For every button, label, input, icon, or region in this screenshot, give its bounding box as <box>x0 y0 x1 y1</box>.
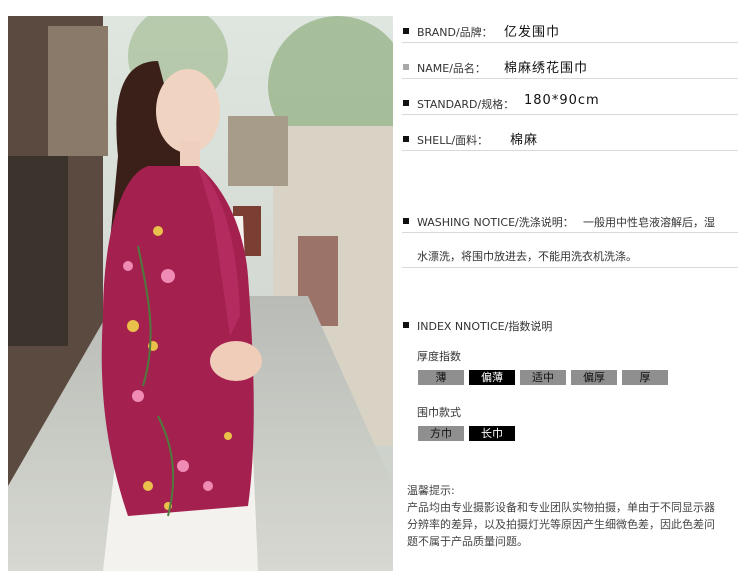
thickness-chip-slightly-thin: 偏薄 <box>469 370 515 385</box>
style-chip-square: 方巾 <box>418 426 464 441</box>
brand-row: BRAND/品牌： 亿发围巾 <box>402 22 738 43</box>
shell-label: SHELL/面料： <box>417 134 489 147</box>
brand-value: 亿发围巾 <box>504 25 561 40</box>
washing-label: WASHING NOTICE/洗涤说明： <box>417 216 574 229</box>
index-label: INDEX NNOTICE/指数说明 <box>417 320 553 333</box>
name-label: NAME/品名： <box>417 62 486 75</box>
thickness-chip-thick: 厚 <box>622 370 668 385</box>
tips-line: 分辨率的差异，以及拍摄灯光等原因产生细微色差，因此色差问 <box>407 518 715 531</box>
washing-text-line1: 一般用中性皂液溶解后，湿 <box>583 216 715 229</box>
washing-text-line2: 水漂洗，将围巾放进去，不能用洗衣机洗涤。 <box>417 250 637 263</box>
bullet-icon <box>403 28 409 34</box>
thickness-chip-slightly-thick: 偏厚 <box>571 370 617 385</box>
bullet-icon <box>403 136 409 142</box>
shell-row: SHELL/面料： 棉麻 <box>402 130 738 151</box>
bullet-icon <box>403 64 409 70</box>
tips-line: 产品均由专业摄影设备和专业团队实物拍摄，单由于不同显示器 <box>407 501 715 514</box>
tips-title: 温馨提示: <box>407 484 455 497</box>
bullet-icon <box>403 100 409 106</box>
shell-value: 棉麻 <box>510 133 539 148</box>
tips-block: 温馨提示: 产品均由专业摄影设备和专业团队实物拍摄，单由于不同显示器 分辨率的差… <box>407 482 737 550</box>
name-row: NAME/品名： 棉麻绣花围巾 <box>402 58 738 79</box>
thickness-chip-thin: 薄 <box>418 370 464 385</box>
model-wearing-scarf-illustration <box>8 16 393 571</box>
product-info-panel: BRAND/品牌： 亿发围巾 NAME/品名： 棉麻绣花围巾 STANDARD/… <box>402 0 742 585</box>
tips-line: 题不属于产品质量问题。 <box>407 535 528 548</box>
washing-row: WASHING NOTICE/洗涤说明： 一般用中性皂液溶解后，湿 <box>402 212 738 233</box>
brand-label: BRAND/品牌： <box>417 26 493 39</box>
standard-label: STANDARD/规格： <box>417 98 515 111</box>
product-photo <box>8 16 393 571</box>
index-row: INDEX NNOTICE/指数说明 <box>402 316 738 336</box>
bullet-icon <box>403 322 409 328</box>
standard-row: STANDARD/规格： 180*90cm <box>402 93 738 115</box>
divider <box>402 267 738 268</box>
thickness-title: 厚度指数 <box>417 350 461 363</box>
standard-value: 180*90cm <box>524 93 600 108</box>
style-title: 围巾款式 <box>417 406 461 419</box>
style-chip-long: 长巾 <box>469 426 515 441</box>
thickness-chip-medium: 适中 <box>520 370 566 385</box>
bullet-icon <box>403 218 409 224</box>
name-value: 棉麻绣花围巾 <box>504 61 589 76</box>
